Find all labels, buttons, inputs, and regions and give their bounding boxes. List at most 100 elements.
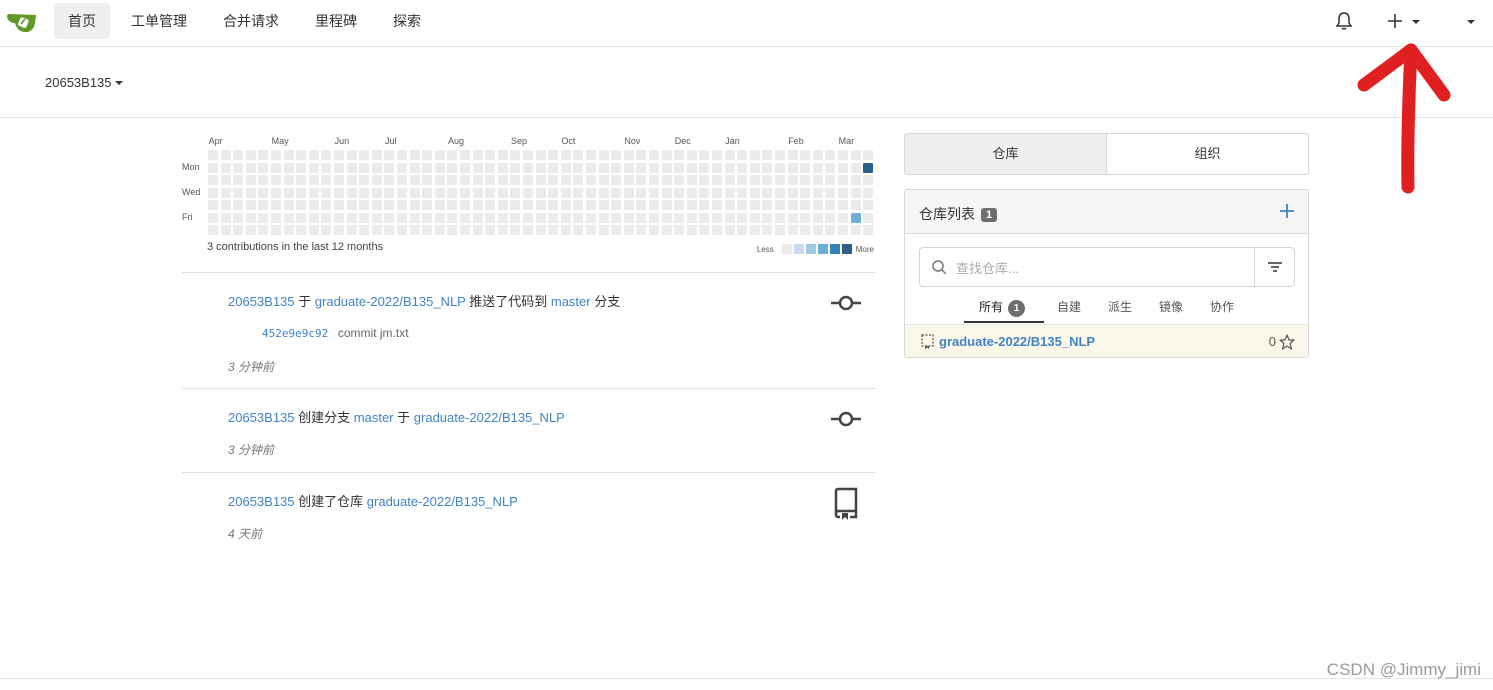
subtab-sources[interactable]: 自建 [1057,298,1081,315]
heatmap-cell [636,150,647,160]
heatmap-cell [258,150,269,160]
heatmap-cell [586,200,596,210]
tab-organizations[interactable]: 组织 [1107,134,1308,174]
tab-repositories[interactable]: 仓库 [905,134,1107,174]
heatmap-cell [510,175,521,185]
heatmap-cell [636,200,647,210]
heatmap-cell [787,187,798,198]
contribution-summary: 3 contributions in the last 12 months [207,241,384,253]
heatmap-cell [787,162,798,173]
heatmap-cell [220,175,231,185]
heatmap-cell [686,212,697,223]
red-arrow-annotation [1357,43,1451,194]
subtab-all[interactable]: 所有 1 [979,298,1026,317]
bell-icon[interactable] [1335,11,1353,31]
heatmap-cell [535,212,546,223]
heatmap-cell [497,162,508,173]
heatmap-cell [737,200,748,210]
heatmap-month-label: Feb [788,136,804,146]
heatmap-cell [271,150,281,160]
heatmap-cell [460,200,470,210]
nav-issues[interactable]: 工单管理 [117,3,201,39]
gitea-logo-icon[interactable] [6,9,38,35]
heatmap-cell [296,225,307,235]
heatmap-cell [712,150,722,160]
heatmap-cell [800,225,811,235]
feed-branch-link[interactable]: master [354,410,394,425]
heatmap-cell [283,187,294,198]
repo-list-item[interactable]: graduate-2022/B135_NLP 0 [905,324,1308,357]
heatmap-cell [271,225,281,235]
nav-milestones[interactable]: 里程碑 [301,3,371,39]
repo-list-header: 仓库列表 1 [905,190,1308,234]
user-menu-chevron-down-icon[interactable] [1464,11,1478,31]
heatmap-cell [409,187,420,198]
feed-branch-link[interactable]: master [551,294,591,309]
feed-user-link[interactable]: 20653B135 [228,294,295,309]
feed-user-link[interactable]: 20653B135 [228,410,295,425]
heatmap-cell [762,150,773,160]
heatmap-cell [308,162,319,173]
feed-repo-link[interactable]: graduate-2022/B135_NLP [367,494,518,509]
heatmap-cell [497,225,508,235]
heatmap-cell [548,225,559,235]
subtab-mirrors[interactable]: 镜像 [1159,298,1183,315]
heatmap-cell [598,175,609,185]
heatmap-cell [573,200,584,210]
heatmap-cell [409,200,420,210]
repo-name-link[interactable]: graduate-2022/B135_NLP [939,334,1095,349]
heatmap-cell [523,225,533,235]
repo-filter-button[interactable] [1254,248,1294,286]
feed-repo-link[interactable]: graduate-2022/B135_NLP [414,410,565,425]
heatmap-cell [649,200,659,210]
heatmap-cell [825,175,836,185]
heatmap-cell [510,225,521,235]
heatmap-cell [371,162,382,173]
heatmap-cell [447,187,458,198]
heatmap-cell [321,200,332,210]
heatmap-cell [271,187,281,198]
heatmap-cell [283,200,294,210]
heatmap-cell [863,175,874,185]
heatmap-cell [497,187,508,198]
heatmap-cell [800,150,811,160]
commit-sha-link[interactable]: 452e9e9c92 [262,327,328,340]
nav-explore[interactable]: 探索 [379,3,435,39]
nav-home[interactable]: 首页 [54,3,110,39]
repo-search-input[interactable] [956,258,1246,278]
heatmap-cell [712,212,722,223]
heatmap-cell [560,175,571,185]
feed-repo-link[interactable]: graduate-2022/B135_NLP [315,294,466,309]
feed-text: 推送了代码到 [469,294,548,309]
repo-list-title: 仓库列表 1 [919,204,998,224]
feed-user-link[interactable]: 20653B135 [228,494,295,509]
subtab-collaborative[interactable]: 协作 [1210,298,1234,315]
heatmap-cell [447,162,458,173]
heatmap-cell [825,200,836,210]
heatmap-cell [674,187,685,198]
heatmap-cell [674,200,685,210]
heatmap-cell [762,162,773,173]
heatmap-cell [460,150,470,160]
heatmap-cell [649,175,659,185]
heatmap-cell [838,212,848,223]
feed-timestamp: 3 分钟前 [228,443,275,457]
search-icon [932,260,947,275]
heatmap-cell [812,200,823,210]
heatmap-cell [712,175,722,185]
add-repo-plus-icon[interactable] [1280,204,1294,218]
context-user-dropdown[interactable]: 20653B135 [45,75,124,90]
heatmap-cell [271,200,281,210]
heatmap-cell [346,150,357,160]
heatmap-cell [258,200,269,210]
subtab-forks[interactable]: 派生 [1108,298,1132,315]
heatmap-cell [586,187,596,198]
create-plus-dropdown[interactable] [1387,11,1423,31]
heatmap-cell [674,225,685,235]
nav-pulls[interactable]: 合并请求 [209,3,293,39]
feed-text: 于 [397,410,411,425]
heatmap-cell [233,225,244,235]
heatmap-cell [422,187,433,198]
heatmap-cell [485,175,496,185]
heatmap-cell [472,212,483,223]
